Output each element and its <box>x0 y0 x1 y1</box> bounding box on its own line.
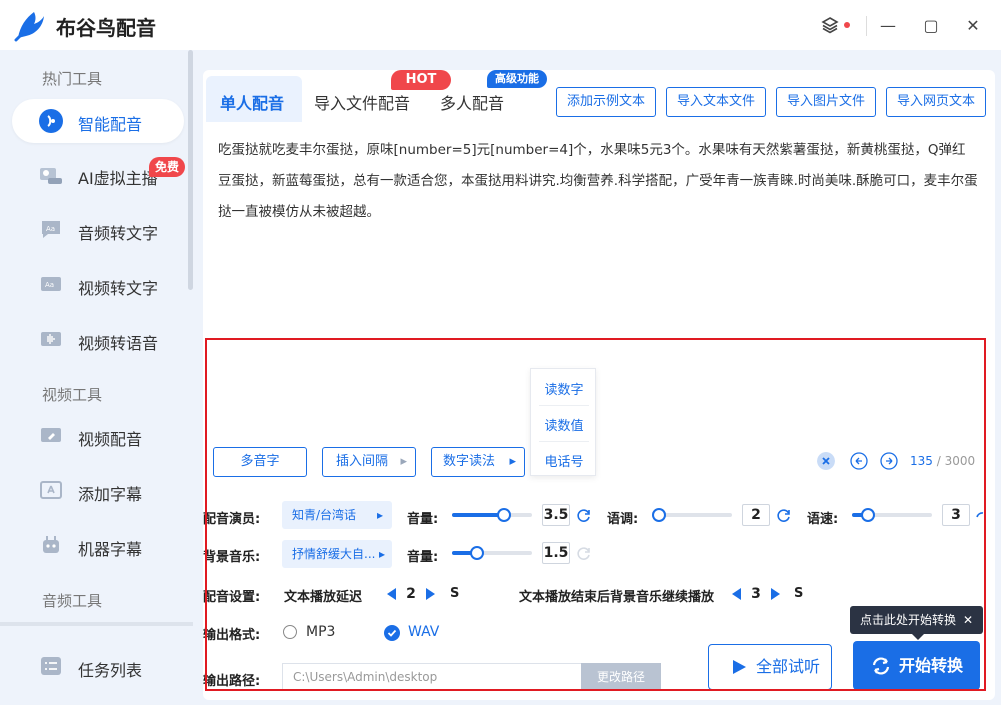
video-text-icon: Aa <box>41 277 61 291</box>
tab-single-dub[interactable]: 单人配音 <box>220 90 284 114</box>
sidebar-item-label: 机器字幕 <box>78 540 143 559</box>
audio-text-icon: Aa <box>42 221 60 238</box>
voice-icon <box>39 109 63 133</box>
sidebar-item-label: 音频转文字 <box>78 224 159 243</box>
sidebar-item-label: 智能配音 <box>78 115 143 134</box>
ai-anchor-icon <box>40 168 62 184</box>
sidebar-section-hot: 热门工具 <box>42 70 103 88</box>
video-dub-icon <box>41 428 61 442</box>
bird-logo-icon <box>14 12 44 42</box>
add-sample-text-button[interactable]: 添加示例文本 <box>556 87 656 117</box>
tab-multi-dub[interactable]: 多人配音 <box>440 90 504 114</box>
svg-text:Aa: Aa <box>46 225 55 233</box>
sidebar-section-video: 视频工具 <box>42 386 103 404</box>
layers-icon[interactable] <box>821 16 839 34</box>
sidebar-item-label: 视频转文字 <box>78 279 159 298</box>
text-editor[interactable]: 吃蛋挞就吃麦丰尔蛋挞，原味[number=5]元[number=4]个，水果味5… <box>218 135 978 228</box>
robot-subtitle-icon <box>43 536 59 553</box>
highlight-frame <box>205 338 986 691</box>
title-separator <box>866 16 867 36</box>
import-image-file-button[interactable]: 导入图片文件 <box>776 87 876 117</box>
sidebar-item-task-list[interactable]: 任务列表 <box>12 645 184 689</box>
sidebar-item-smart-dub[interactable]: 智能配音 <box>12 99 184 143</box>
close-button[interactable]: ✕ <box>961 14 985 38</box>
minimize-button[interactable]: — <box>876 14 900 38</box>
sidebar-section-audio: 音频工具 <box>42 592 103 610</box>
sidebar-item-audio-to-text[interactable]: Aa 音频转文字 <box>12 208 184 252</box>
subtitle-icon <box>40 481 62 499</box>
hot-badge: HOT <box>391 70 451 90</box>
sidebar-item-label: 视频配音 <box>78 430 143 449</box>
sidebar-item-label: AI虚拟主播 <box>78 169 158 188</box>
app-title: 布谷鸟配音 <box>56 16 156 40</box>
notification-dot <box>844 22 850 28</box>
advanced-badge: 高级功能 <box>487 70 547 88</box>
sidebar-divider <box>0 622 193 626</box>
video-voice-icon <box>41 332 61 346</box>
tab-import-file-dub[interactable]: 导入文件配音 <box>314 90 410 114</box>
import-text-file-button[interactable]: 导入文本文件 <box>666 87 766 117</box>
sidebar-item-label: 任务列表 <box>78 661 143 680</box>
free-badge: 免费 <box>149 157 186 177</box>
sidebar-item-label: 视频转语音 <box>78 334 159 353</box>
task-list-icon <box>41 657 61 675</box>
sidebar-item-video-dub[interactable]: 视频配音 <box>12 414 184 458</box>
sidebar-item-video-to-text[interactable]: Aa 视频转文字 <box>12 263 184 307</box>
app-window: 布谷鸟配音 — ▢ ✕ 热门工具 智能配音 AI虚拟主播 免费 Aa 音频转文字… <box>0 0 1001 705</box>
maximize-button[interactable]: ▢ <box>919 14 943 38</box>
svg-text:Aa: Aa <box>45 281 54 289</box>
sidebar-item-robot-subtitle[interactable]: 机器字幕 <box>12 524 184 568</box>
sidebar-item-label: 添加字幕 <box>78 485 143 504</box>
sidebar-item-add-subtitle[interactable]: 添加字幕 <box>12 469 184 513</box>
sidebar-item-video-to-voice[interactable]: 视频转语音 <box>12 318 184 362</box>
import-web-text-button[interactable]: 导入网页文本 <box>886 87 986 117</box>
